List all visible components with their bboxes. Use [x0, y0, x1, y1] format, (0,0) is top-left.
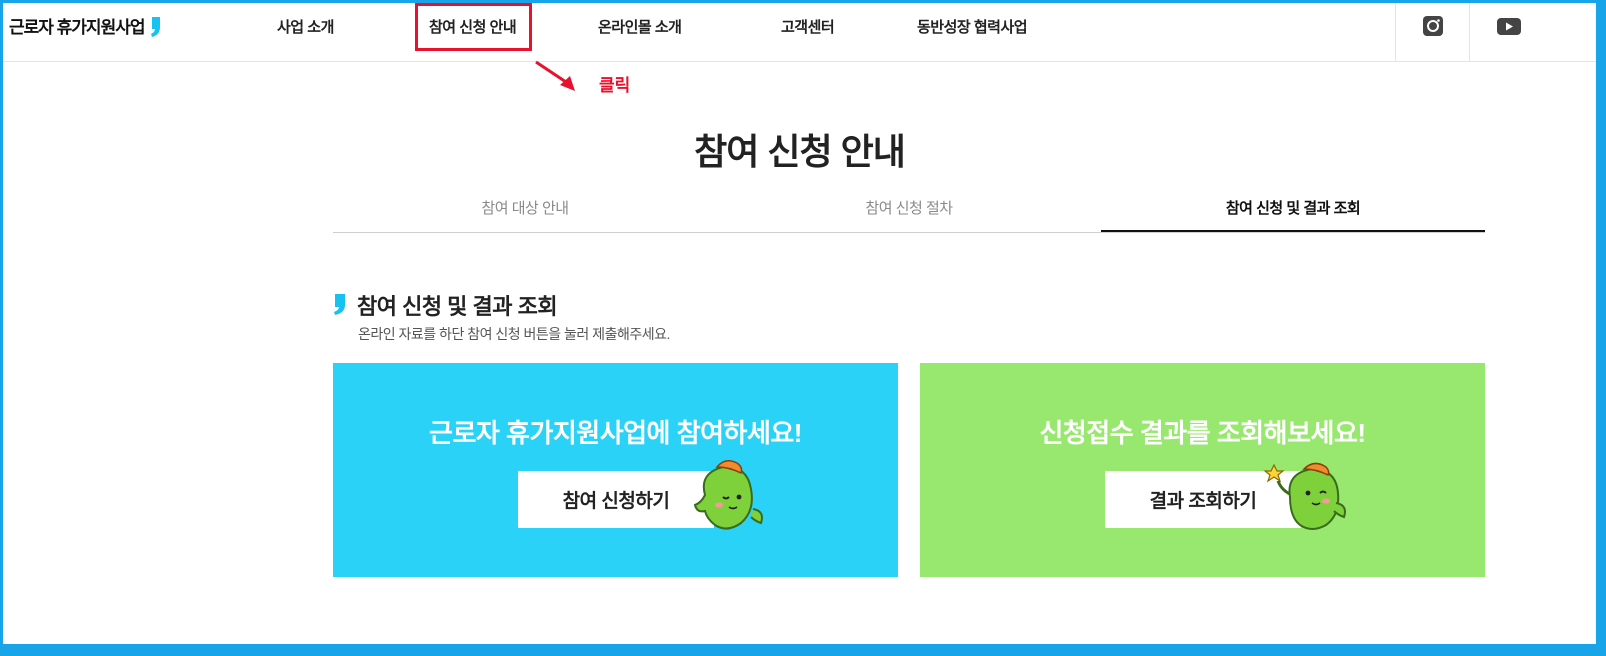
tab-eligibility[interactable]: 참여 대상 안내 — [333, 186, 717, 232]
page-title: 참여 신청 안내 — [694, 131, 906, 172]
tab-apply-and-results[interactable]: 참여 신청 및 결과 조회 — [1101, 186, 1485, 232]
mascot-icon — [693, 460, 763, 530]
section-description: 온라인 자료를 하단 참여 신청 버튼을 눌러 제출해주세요. — [358, 326, 670, 342]
apply-card: 근로자 휴가지원사업에 참여하세요! 참여 신청하기 — [333, 363, 898, 577]
divider — [1395, 3, 1396, 61]
apply-card-heading: 근로자 휴가지원사업에 참여하세요! — [429, 418, 802, 448]
tab-procedure[interactable]: 참여 신청 절차 — [717, 186, 1101, 232]
logo-quote-mark-icon — [151, 16, 161, 37]
section-title: 참여 신청 및 결과 조회 — [357, 294, 558, 319]
mascot-icon — [1263, 462, 1346, 530]
divider — [1469, 3, 1470, 61]
click-annotation-label: 클릭 — [599, 76, 631, 95]
result-card: 신청접수 결과를 조회해보세요! 결과 조회하기 — [920, 363, 1485, 577]
annotation-arrow-icon — [535, 60, 575, 91]
youtube-icon[interactable] — [1496, 15, 1522, 37]
nav-item-customer-center[interactable]: 고객센터 — [781, 16, 835, 37]
nav-item-online-mall[interactable]: 온라인몰 소개 — [598, 16, 682, 37]
nav-item-about[interactable]: 사업 소개 — [277, 16, 334, 37]
tab-bar: 참여 대상 안내 참여 신청 절차 참여 신청 및 결과 조회 — [333, 186, 1485, 233]
site-logo[interactable]: 근로자 휴가지원사업 — [9, 13, 162, 38]
instagram-icon[interactable] — [1422, 15, 1444, 37]
nav-item-partnership[interactable]: 동반성장 협력사업 — [917, 16, 1028, 37]
nav-highlight-box — [415, 3, 532, 51]
logo-text: 근로자 휴가지원사업 — [9, 18, 145, 37]
top-navigation-bar: 근로자 휴가지원사업 사업 소개 참여 신청 안내 온라인몰 소개 고객센터 동… — [3, 3, 1596, 62]
result-card-heading: 신청접수 결과를 조회해보세요! — [1039, 418, 1366, 448]
section-quote-mark-icon — [334, 294, 345, 315]
